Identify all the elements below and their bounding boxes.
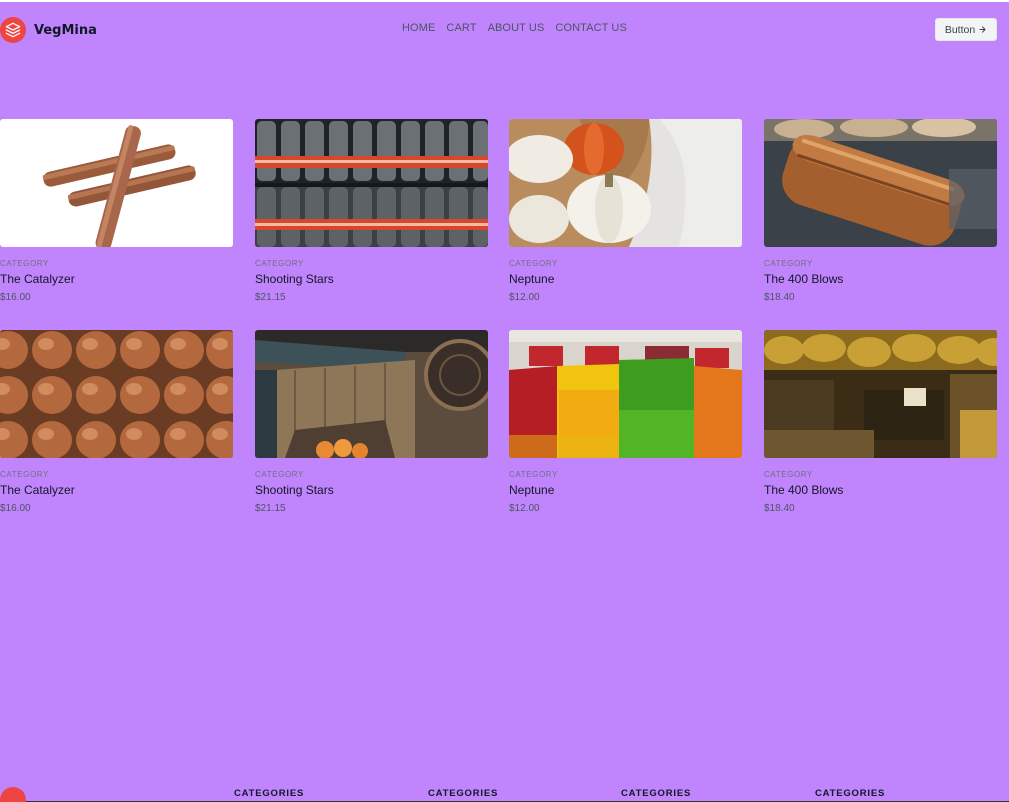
- arrow-right-icon: [979, 26, 986, 33]
- product-card[interactable]: CATEGORY The Catalyzer $16.00: [0, 119, 233, 303]
- product-category: CATEGORY: [509, 259, 558, 268]
- page: VegMina HOME CART ABOUT US CONTACT US Bu…: [0, 0, 1009, 802]
- product-card[interactable]: CATEGORY Shooting Stars $21.15: [255, 119, 488, 303]
- footer-heading-categories: CATEGORIES: [815, 788, 886, 799]
- product-card[interactable]: CATEGORY Neptune $12.00: [509, 330, 742, 514]
- product-price: $18.40: [764, 503, 795, 514]
- product-price: $21.15: [255, 292, 286, 303]
- product-price: $16.00: [0, 503, 31, 514]
- product-category: CATEGORY: [0, 470, 49, 479]
- product-category: CATEGORY: [764, 470, 813, 479]
- product-card[interactable]: CATEGORY Shooting Stars $21.15: [255, 330, 488, 514]
- product-card[interactable]: CATEGORY The Catalyzer $16.00: [0, 330, 233, 514]
- product-title[interactable]: The 400 Blows: [764, 483, 997, 497]
- brand-name: VegMina: [34, 22, 97, 38]
- product-image-eggs[interactable]: [0, 330, 233, 458]
- product-card[interactable]: CATEGORY The 400 Blows $18.40: [764, 119, 997, 303]
- product-price: $21.15: [255, 503, 286, 514]
- product-title[interactable]: The Catalyzer: [0, 483, 233, 497]
- nav-cart[interactable]: CART: [446, 22, 476, 34]
- product-image-pumpkins[interactable]: [509, 119, 742, 247]
- site-header: VegMina HOME CART ABOUT US CONTACT US Bu…: [0, 2, 1009, 58]
- product-image-banana-market[interactable]: [764, 330, 997, 458]
- product-price: $12.00: [509, 292, 540, 303]
- product-price: $12.00: [509, 503, 540, 514]
- site-footer: CATEGORIES CATEGORIES CATEGORIES CATEGOR…: [0, 782, 1009, 802]
- footer-heading-categories: CATEGORIES: [621, 788, 692, 799]
- product-image-cinnamon[interactable]: [0, 119, 233, 247]
- layers-icon: [0, 17, 26, 43]
- header-button-label: Button: [944, 23, 976, 36]
- product-category: CATEGORY: [0, 259, 49, 268]
- nav-home[interactable]: HOME: [402, 22, 435, 34]
- product-title[interactable]: The Catalyzer: [0, 272, 233, 286]
- product-image-peppers[interactable]: [509, 330, 742, 458]
- footer-heading-categories: CATEGORIES: [234, 788, 305, 799]
- product-image-crates[interactable]: [255, 330, 488, 458]
- product-category: CATEGORY: [509, 470, 558, 479]
- product-title[interactable]: Shooting Stars: [255, 483, 488, 497]
- product-price: $18.40: [764, 292, 795, 303]
- product-category: CATEGORY: [764, 259, 813, 268]
- header-button[interactable]: Button: [935, 18, 997, 41]
- product-image-bread[interactable]: [764, 119, 997, 247]
- product-title[interactable]: Shooting Stars: [255, 272, 488, 286]
- main-nav: HOME CART ABOUT US CONTACT US: [402, 22, 627, 34]
- product-category: CATEGORY: [255, 470, 304, 479]
- product-title[interactable]: Neptune: [509, 483, 742, 497]
- nav-about-us[interactable]: ABOUT US: [488, 22, 545, 34]
- product-title[interactable]: The 400 Blows: [764, 272, 997, 286]
- product-card[interactable]: CATEGORY Neptune $12.00: [509, 119, 742, 303]
- product-title[interactable]: Neptune: [509, 272, 742, 286]
- product-price: $16.00: [0, 292, 31, 303]
- footer-logo-icon[interactable]: [0, 787, 26, 802]
- product-card[interactable]: CATEGORY The 400 Blows $18.40: [764, 330, 997, 514]
- product-category: CATEGORY: [255, 259, 304, 268]
- footer-heading-categories: CATEGORIES: [428, 788, 499, 799]
- nav-contact-us[interactable]: CONTACT US: [555, 22, 627, 34]
- brand-logo[interactable]: VegMina: [0, 17, 97, 43]
- product-image-soda-bottles[interactable]: [255, 119, 488, 247]
